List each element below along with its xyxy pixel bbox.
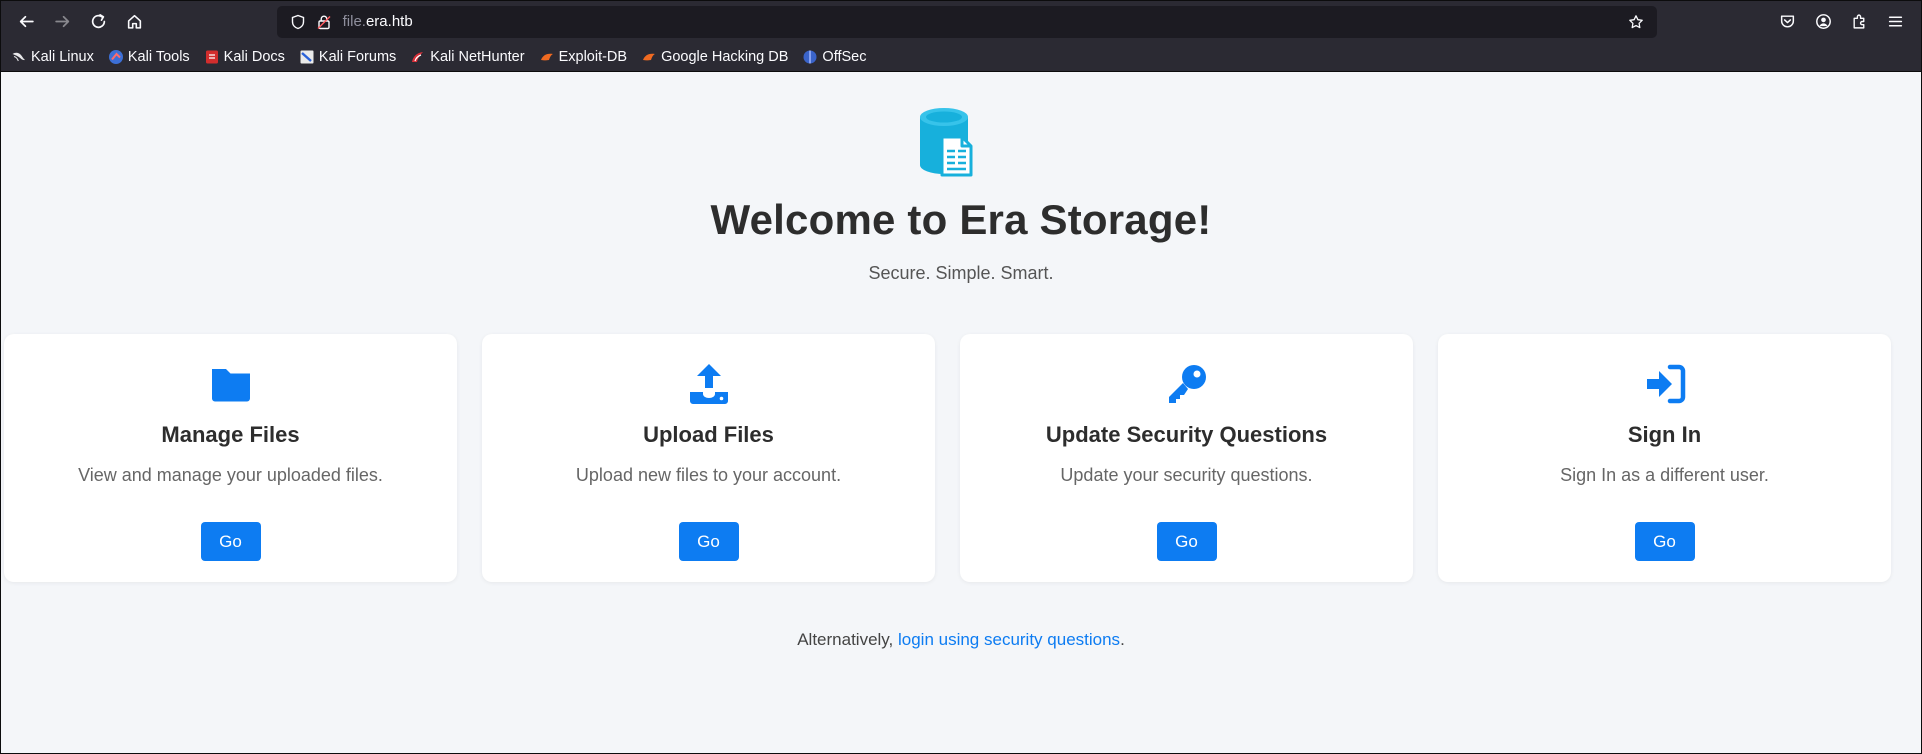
action-cards: Manage Files View and manage your upload…: [4, 334, 1918, 582]
key-icon: [1168, 365, 1206, 403]
card-title: Upload Files: [643, 422, 774, 447]
card-description: View and manage your uploaded files.: [78, 465, 383, 485]
kali-docs-icon: [204, 49, 220, 65]
hamburger-menu-icon: [1888, 16, 1902, 27]
folder-icon: [211, 369, 250, 402]
insecure-lock-icon[interactable]: [311, 9, 337, 35]
manage-files-go-button[interactable]: Go: [200, 522, 261, 561]
bookmark-label: Kali Forums: [318, 48, 397, 65]
home-icon: [128, 14, 142, 29]
bookmark-label: Kali Linux: [31, 48, 94, 65]
reload-button[interactable]: [81, 6, 117, 38]
kali-tools-icon: [108, 49, 124, 65]
account-icon: [1815, 14, 1831, 29]
home-button[interactable]: [117, 6, 153, 38]
card-description: Update your security questions.: [1060, 465, 1313, 485]
kali-forums-icon: [299, 49, 315, 65]
footer-prefix: Alternatively,: [797, 630, 898, 649]
offsec-icon: [802, 49, 818, 65]
card-title: Update Security Questions: [1045, 422, 1328, 447]
bookmark-kali-tools[interactable]: Kali Tools: [108, 49, 190, 65]
card-description: Sign In as a different user.: [1560, 465, 1769, 485]
forward-button[interactable]: [45, 6, 81, 38]
database-file-icon: [920, 108, 973, 177]
bookmark-label: Exploit-DB: [558, 48, 628, 65]
bookmark-kali-linux[interactable]: Kali Linux: [11, 49, 94, 65]
page-content: Welcome to Era Storage! Secure. Simple. …: [1, 72, 1921, 753]
url-text[interactable]: file.era.htb: [343, 13, 1623, 30]
update-security-questions-go-button[interactable]: Go: [1156, 522, 1217, 561]
bookmark-kali-docs[interactable]: Kali Docs: [204, 49, 285, 65]
bookmark-label: Kali NetHunter: [430, 48, 525, 65]
account-button[interactable]: [1805, 6, 1841, 38]
kali-nethunter-icon: [410, 49, 426, 65]
puzzle-icon: [1852, 14, 1864, 29]
browser-window: file.era.htb Kali Linux Kali Tools Kali …: [0, 0, 1922, 754]
ghdb-icon: [641, 49, 657, 65]
tracking-protection-shield-icon[interactable]: [285, 9, 311, 35]
toolbar-right: [1769, 6, 1913, 38]
upload-files-go-button[interactable]: Go: [678, 522, 739, 561]
sign-in-icon: [1646, 364, 1685, 404]
card-title: Manage Files: [161, 422, 300, 447]
card-manage-files: Manage Files View and manage your upload…: [4, 334, 457, 582]
card-upload-files: Upload Files Upload new files to your ac…: [482, 334, 935, 582]
url-subdomain: file.: [342, 13, 366, 30]
bookmark-kali-nethunter[interactable]: Kali NetHunter: [410, 48, 525, 65]
sign-in-go-button[interactable]: Go: [1634, 522, 1695, 561]
card-description: Upload new files to your account.: [575, 465, 842, 485]
pocket-button[interactable]: [1769, 6, 1805, 38]
url-domain: era.htb: [365, 13, 413, 30]
footer-suffix: .: [1120, 630, 1125, 649]
kali-dragon-icon: [11, 49, 27, 65]
back-button[interactable]: [9, 6, 45, 38]
footer-note: Alternatively, login using security ques…: [1, 630, 1921, 650]
reload-icon: [92, 14, 106, 29]
tagline: Secure. Simple. Smart.: [868, 263, 1054, 283]
arrow-left-icon: [20, 15, 35, 28]
bookmark-exploit-db[interactable]: Exploit-DB: [539, 48, 628, 65]
page-title: Welcome to Era Storage!: [710, 196, 1212, 243]
browser-toolbar: file.era.htb: [1, 1, 1921, 42]
extensions-button[interactable]: [1841, 6, 1877, 38]
menu-button[interactable]: [1877, 6, 1913, 38]
url-bar[interactable]: file.era.htb: [276, 5, 1657, 38]
bookmark-kali-forums[interactable]: Kali Forums: [299, 49, 396, 65]
arrow-right-icon: [55, 15, 70, 28]
exploit-db-icon: [539, 49, 555, 65]
bookmark-star-icon[interactable]: [1623, 9, 1649, 35]
upload-icon: [689, 364, 728, 404]
bookmark-label: Kali Docs: [223, 48, 285, 65]
pocket-icon: [1780, 15, 1794, 28]
bookmark-label: OffSec: [822, 48, 867, 65]
bookmark-google-hacking-db[interactable]: Google Hacking DB: [641, 49, 788, 65]
card-update-security-questions: Update Security Questions Update your se…: [960, 334, 1413, 582]
card-title: Sign In: [1627, 422, 1702, 447]
bookmark-label: Kali Tools: [127, 48, 190, 65]
card-sign-in: Sign In Sign In as a different user. Go: [1438, 334, 1891, 582]
bookmark-label: Google Hacking DB: [661, 48, 789, 65]
bookmarks-toolbar: Kali Linux Kali Tools Kali Docs Kali For…: [1, 42, 1921, 72]
bookmark-offsec[interactable]: OffSec: [802, 49, 866, 65]
security-questions-login-link[interactable]: login using security questions: [898, 630, 1120, 649]
